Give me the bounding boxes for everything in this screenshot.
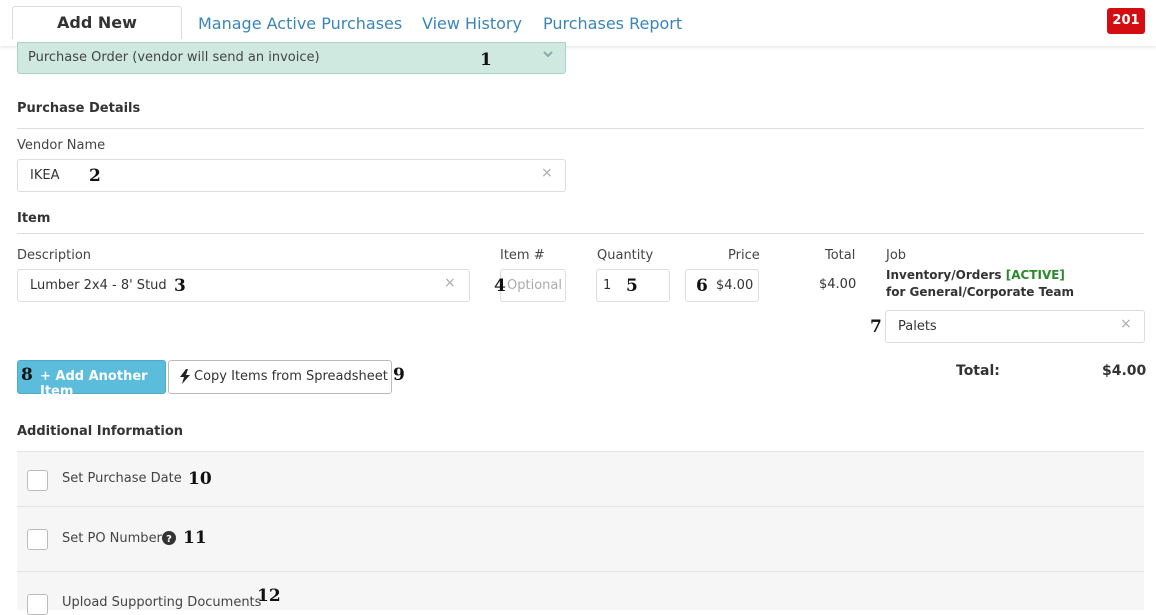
notification-badge[interactable]: 201: [1107, 8, 1145, 34]
marker-6: 6: [696, 276, 708, 296]
set-purchase-date-label: Set Purchase Date: [62, 471, 182, 486]
upload-documents-label: Upload Supporting Documents: [62, 595, 262, 610]
quantity-header: Quantity: [597, 248, 654, 263]
purchase-type-value: Purchase Order (vendor will send an invo…: [28, 50, 320, 65]
job-name: Inventory/Orders [ACTIVE]: [886, 268, 1065, 282]
grand-total: $4.00: [1102, 363, 1147, 379]
divider: [17, 233, 1144, 234]
additional-info-title: Additional Information: [17, 424, 184, 439]
tab-view-history[interactable]: View History: [422, 14, 522, 33]
item-number-header: Item #: [500, 248, 545, 263]
set-purchase-date-row[interactable]: Set Purchase Date 10: [17, 451, 1144, 507]
set-po-number-label: Set PO Number: [62, 531, 162, 546]
item-number-placeholder: Optional: [507, 278, 562, 293]
description-value: Lumber 2x4 - 8' Stud: [30, 278, 167, 293]
marker-7: 7: [870, 317, 882, 337]
chevron-down-icon: [543, 51, 553, 58]
vendor-name-label: Vendor Name: [17, 138, 106, 153]
marker-1: 1: [480, 50, 492, 70]
job-header: Job: [886, 248, 907, 263]
tab-purchases-report[interactable]: Purchases Report: [543, 14, 682, 33]
item-number-input[interactable]: Optional: [500, 269, 566, 302]
job-subcategory-input[interactable]: Palets ×: [885, 310, 1145, 343]
copy-items-button[interactable]: Copy Items from Spreadsheet: [168, 360, 392, 394]
bolt-icon: [180, 369, 190, 384]
description-input[interactable]: Lumber 2x4 - 8' Stud ×: [17, 269, 470, 302]
divider: [17, 128, 1144, 129]
quantity-value: 1: [603, 278, 612, 293]
tab-manage-active-purchases[interactable]: Manage Active Purchases: [198, 14, 402, 33]
tab-add-new-purchase[interactable]: Add New Purchase: [12, 6, 182, 64]
marker-9: 9: [393, 365, 405, 385]
set-po-number-row[interactable]: Set PO Number ? 11: [17, 506, 1144, 572]
marker-5: 5: [626, 276, 638, 296]
marker-10: 10: [188, 469, 212, 489]
add-another-item-label: + Add Another Item: [40, 369, 148, 399]
job-status: [ACTIVE]: [1005, 268, 1065, 282]
clear-icon[interactable]: ×: [444, 275, 456, 291]
set-purchase-date-checkbox[interactable]: [27, 470, 48, 491]
clear-icon[interactable]: ×: [541, 165, 553, 181]
upload-documents-row[interactable]: Upload Supporting Documents 12: [17, 571, 1144, 615]
vendor-name-value: IKEA: [30, 168, 60, 183]
job-team: for General/Corporate Team: [886, 285, 1074, 299]
set-po-number-checkbox[interactable]: [27, 529, 48, 550]
marker-12: 12: [257, 586, 281, 606]
description-header: Description: [17, 248, 92, 263]
question-circle-icon[interactable]: ?: [162, 531, 176, 545]
total-header: Total: [825, 248, 856, 263]
price-value: $4.00: [716, 278, 754, 293]
marker-2: 2: [89, 166, 101, 186]
total-label: Total:: [956, 363, 1000, 379]
clear-icon[interactable]: ×: [1120, 316, 1132, 332]
job-subcategory-value: Palets: [898, 319, 937, 334]
marker-3: 3: [174, 276, 186, 296]
copy-items-label: Copy Items from Spreadsheet: [194, 369, 388, 384]
add-another-item-button[interactable]: + Add Another Item: [17, 360, 166, 399]
marker-4: 4: [494, 276, 506, 296]
price-header: Price: [728, 248, 760, 263]
svg-text:?: ?: [166, 534, 172, 545]
line-total: $4.00: [819, 277, 857, 292]
upload-documents-checkbox[interactable]: [27, 594, 48, 615]
item-section-title: Item: [17, 211, 51, 226]
marker-11: 11: [183, 528, 207, 548]
purchase-details-title: Purchase Details: [17, 101, 141, 116]
marker-8: 8: [21, 365, 33, 385]
